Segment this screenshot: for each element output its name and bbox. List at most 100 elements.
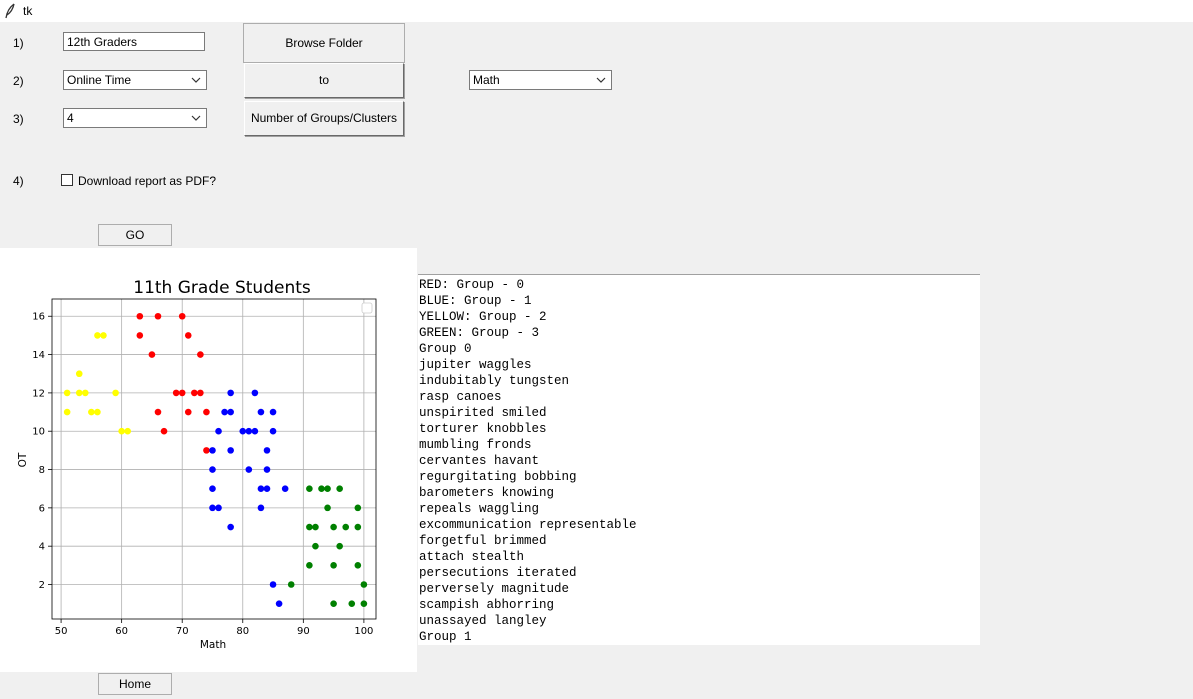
x-tick-label: 80 [236, 626, 249, 637]
data-point-green [287, 581, 295, 588]
data-point-blue [227, 447, 234, 454]
data-point-blue [227, 389, 234, 397]
clusters-select[interactable]: 4 [63, 108, 207, 128]
data-point-green [306, 523, 313, 531]
to-button[interactable]: to [244, 63, 404, 98]
report-line: cervantes havant [419, 454, 540, 468]
report-line: GREEN: Group - 3 [419, 326, 540, 340]
report-line: perversely magnitude [419, 582, 570, 596]
data-point-blue [269, 408, 277, 416]
data-point-red [148, 351, 156, 358]
title-bar: tk [0, 0, 1193, 22]
data-point-red [203, 447, 210, 454]
row-3-label: 3) [13, 112, 24, 126]
data-point-yellow [63, 389, 71, 397]
data-point-blue [209, 466, 216, 473]
clusters-value: 4 [67, 111, 74, 125]
report-line: attach stealth [419, 550, 525, 564]
data-point-green [318, 485, 325, 493]
data-point-blue [227, 408, 234, 416]
chevron-down-icon [191, 77, 201, 83]
variable-y-value: Online Time [67, 73, 132, 87]
data-point-green [324, 485, 331, 493]
data-point-green [336, 542, 343, 550]
x-tick-label: 90 [297, 626, 310, 637]
x-tick-label: 100 [354, 626, 373, 637]
row-4-label: 4) [13, 174, 24, 188]
report-textbox[interactable]: RED: Group - 0 BLUE: Group - 1 YELLOW: Gro… [418, 274, 980, 645]
data-point-green [336, 485, 343, 493]
data-point-red [197, 389, 204, 397]
plot-canvas: 11th Grade Students Math OT 50 60 70 80 90 10… [0, 248, 417, 672]
variable-x-select[interactable]: Math [469, 70, 612, 90]
name-entry[interactable] [63, 32, 205, 51]
home-button[interactable]: Home [98, 673, 172, 695]
x-axis-label: Math [200, 639, 226, 651]
report-line: forgetful brimmed [419, 534, 547, 548]
data-point-green [330, 562, 337, 569]
x-tick-label: 60 [115, 626, 128, 637]
report-line: excommunication representable [419, 518, 637, 532]
chevron-down-icon [191, 115, 201, 121]
data-point-blue [251, 427, 259, 435]
data-point-red [154, 312, 162, 320]
data-point-yellow [63, 408, 71, 416]
download-pdf-label[interactable]: Download report as PDF? [78, 174, 216, 188]
number-of-clusters-button[interactable]: Number of Groups/Clusters [244, 101, 404, 136]
data-point-blue [245, 427, 253, 435]
data-point-yellow [75, 389, 83, 397]
data-point-blue [257, 485, 265, 493]
browse-folder-button[interactable]: Browse Folder [243, 23, 405, 63]
data-point-green [360, 581, 368, 588]
data-point-red [136, 312, 144, 320]
data-point-green [342, 523, 350, 531]
data-point-red [136, 332, 144, 339]
data-point-yellow [75, 370, 83, 378]
data-point-yellow [100, 332, 107, 339]
report-line: indubitably tungsten [419, 374, 570, 388]
data-point-green [324, 504, 331, 512]
data-point-blue [269, 427, 277, 435]
go-button[interactable]: GO [98, 224, 172, 246]
y-tick-label: 10 [32, 427, 45, 438]
report-line: RED: Group - 0 [419, 278, 525, 292]
scatter-chart: 11th Grade Students Math OT 50 60 70 80 90 10… [17, 278, 377, 651]
data-point-blue [257, 504, 265, 512]
report-line: scampish abhorring [419, 598, 555, 612]
y-tick-label: 2 [39, 580, 45, 591]
data-point-blue [281, 485, 289, 493]
report-line: Group 0 [419, 342, 472, 356]
report-line: Group 1 [419, 630, 472, 644]
data-point-green [330, 523, 337, 531]
data-point-red [203, 408, 210, 416]
report-line: torturer knobbles [419, 422, 547, 436]
data-point-blue [215, 504, 222, 512]
report-line: rasp canoes [419, 390, 502, 404]
data-point-red [191, 389, 198, 397]
data-point-blue [227, 523, 234, 531]
data-point-yellow [82, 389, 89, 397]
row-1-label: 1) [13, 36, 24, 50]
data-point-red [178, 389, 186, 397]
variable-y-select[interactable]: Online Time [63, 70, 207, 90]
data-point-green [306, 485, 313, 493]
window-title: tk [23, 4, 33, 18]
data-point-yellow [124, 427, 132, 435]
y-tick-label: 6 [39, 503, 45, 514]
data-point-green [348, 600, 356, 607]
report-line: BLUE: Group - 1 [419, 294, 532, 308]
data-point-blue [239, 427, 247, 435]
y-tick-label: 12 [32, 388, 45, 399]
report-line: persecutions iterated [419, 566, 577, 580]
report-line: regurgitating bobbing [419, 470, 577, 484]
report-line: jupiter waggles [419, 358, 532, 372]
data-point-yellow [94, 408, 101, 416]
y-tick-label: 14 [32, 350, 45, 361]
data-point-blue [221, 408, 228, 416]
report-line: barometers knowing [419, 486, 555, 500]
chevron-down-icon [596, 77, 606, 83]
data-point-yellow [94, 332, 101, 339]
tk-feather-icon [5, 3, 15, 19]
download-pdf-checkbox[interactable] [61, 174, 73, 186]
data-point-blue [209, 447, 216, 454]
